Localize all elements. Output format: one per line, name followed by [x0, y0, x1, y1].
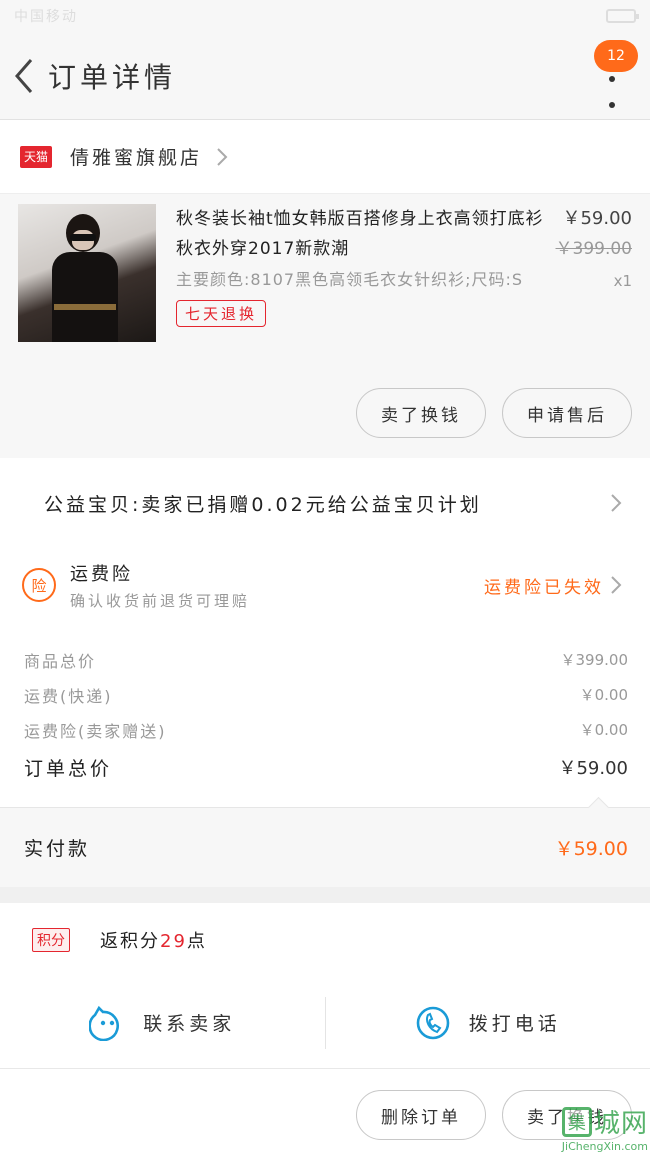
- contact-seller-label: 联系卖家: [143, 1013, 236, 1035]
- order-total-line: 订单总价 ￥59.00: [24, 747, 628, 787]
- apply-after-sales-button[interactable]: 申请售后: [502, 388, 632, 438]
- insurance-title: 运费险: [70, 563, 133, 585]
- cost-label: 商品总价: [24, 651, 97, 671]
- cost-line-goods: 商品总价 ￥399.00: [24, 642, 628, 677]
- status-bar: 中国移动: [0, 0, 650, 32]
- chevron-right-icon: [611, 576, 622, 594]
- product-prices: ￥59.00 ￥399.00 x1: [556, 204, 632, 296]
- watermark-en: JiChengXin.com: [561, 1140, 648, 1153]
- points-text: 返积分29点: [100, 927, 207, 953]
- contact-seller-button[interactable]: 联系卖家: [0, 997, 325, 1049]
- points-prefix: 返积分: [100, 931, 160, 952]
- shop-name[interactable]: 倩雅蜜旗舰店: [70, 143, 202, 170]
- product-thumbnail[interactable]: [18, 204, 156, 342]
- footer-actions: 删除订单 卖了换钱: [0, 1069, 650, 1155]
- tmall-logo: 天猫: [20, 145, 52, 168]
- cost-breakdown: 商品总价 ￥399.00 运费(快递) ￥0.00 运费险(卖家赠送) ￥0.0…: [0, 622, 650, 787]
- watermark-cn: 城网: [593, 1109, 648, 1139]
- insurance-text: 运费险 确认收货前退货可理赔: [70, 560, 250, 611]
- header: 订单详情 12: [0, 32, 650, 120]
- more-menu[interactable]: 12: [590, 40, 640, 116]
- carrier-label: 中国移动: [14, 9, 78, 25]
- cost-label: 运费险(卖家赠送): [24, 721, 167, 741]
- chevron-right-icon: [216, 147, 228, 167]
- actual-paid-row: 实付款 ￥59.00: [0, 807, 650, 887]
- battery-icon: [606, 9, 639, 23]
- message-badge: 12: [594, 40, 638, 72]
- paid-label: 实付款: [24, 838, 91, 860]
- paid-value: ￥59.00: [554, 838, 628, 860]
- insurance-status-text: 运费险已失效: [484, 577, 604, 598]
- sell-for-cash-button[interactable]: 卖了换钱: [356, 388, 486, 438]
- cost-value: ￥399.00: [560, 651, 629, 669]
- product-actions: 卖了换钱 申请售后: [356, 388, 632, 438]
- cost-line-insurance: 运费险(卖家赠送) ￥0.00: [24, 712, 628, 747]
- order-total-value: ￥59.00: [558, 758, 628, 779]
- points-row: 积分 返积分29点: [0, 903, 650, 977]
- charity-row[interactable]: 公益宝贝:卖家已捐赠0.02元给公益宝贝计划: [0, 458, 650, 548]
- points-tag: 积分: [32, 928, 70, 952]
- more-icon[interactable]: [608, 76, 616, 108]
- insurance-icon: 险: [22, 568, 56, 602]
- shipping-insurance-row[interactable]: 险 运费险 确认收货前退货可理赔 运费险已失效: [0, 548, 650, 622]
- product-spec: 主要颜色:8107黑色高领毛衣女针织衫;尺码:S: [176, 270, 524, 289]
- chat-face-icon: [89, 1005, 120, 1041]
- seven-day-return-tag: 七天退换: [176, 300, 267, 327]
- phone-icon: [416, 1006, 450, 1039]
- insurance-subtitle: 确认收货前退货可理赔: [70, 591, 251, 610]
- cost-value: ￥0.00: [579, 686, 628, 704]
- shop-row[interactable]: 天猫 倩雅蜜旗舰店: [0, 120, 650, 194]
- delete-order-button[interactable]: 删除订单: [356, 1090, 486, 1140]
- chevron-right-icon: [610, 493, 622, 513]
- product-original-price: ￥399.00: [555, 239, 632, 259]
- product-section: 秋冬装长袖t恤女韩版百搭修身上衣高领打底衫秋衣外穿2017新款潮 主要颜色:81…: [0, 194, 650, 458]
- cost-value: ￥0.00: [579, 721, 628, 739]
- cost-line-shipping: 运费(快递) ￥0.00: [24, 677, 628, 712]
- order-info: 公益宝贝:卖家已捐赠0.02元给公益宝贝计划 险 运费险 确认收货前退货可理赔 …: [0, 458, 650, 887]
- page-title: 订单详情: [48, 60, 177, 94]
- points-amount: 29: [160, 931, 187, 952]
- product-info: 秋冬装长袖t恤女韩版百搭修身上衣高领打底衫秋衣外穿2017新款潮 主要颜色:81…: [176, 204, 632, 342]
- call-phone-button[interactable]: 拨打电话: [324, 996, 650, 1049]
- contact-row: 联系卖家 拨打电话: [0, 977, 650, 1069]
- insurance-status[interactable]: 运费险已失效: [484, 573, 622, 598]
- section-divider: [0, 887, 650, 903]
- points-suffix: 点: [186, 931, 207, 952]
- product-quantity: x1: [613, 272, 632, 290]
- product-title[interactable]: 秋冬装长袖t恤女韩版百搭修身上衣高领打底衫秋衣外穿2017新款潮: [176, 204, 546, 264]
- charity-text: 公益宝贝:卖家已捐赠0.02元给公益宝贝计划: [44, 493, 482, 516]
- back-icon[interactable]: [2, 46, 46, 106]
- site-watermark: 集 城网 JiChengXin.com: [562, 1103, 648, 1153]
- product-price: ￥59.00: [562, 208, 632, 229]
- order-total-label: 订单总价: [24, 757, 113, 780]
- product-item[interactable]: 秋冬装长袖t恤女韩版百搭修身上衣高领打底衫秋衣外穿2017新款潮 主要颜色:81…: [18, 204, 632, 342]
- call-phone-label: 拨打电话: [468, 1013, 561, 1035]
- watermark-logo-box: 集: [561, 1106, 592, 1137]
- cost-label: 运费(快递): [24, 686, 113, 706]
